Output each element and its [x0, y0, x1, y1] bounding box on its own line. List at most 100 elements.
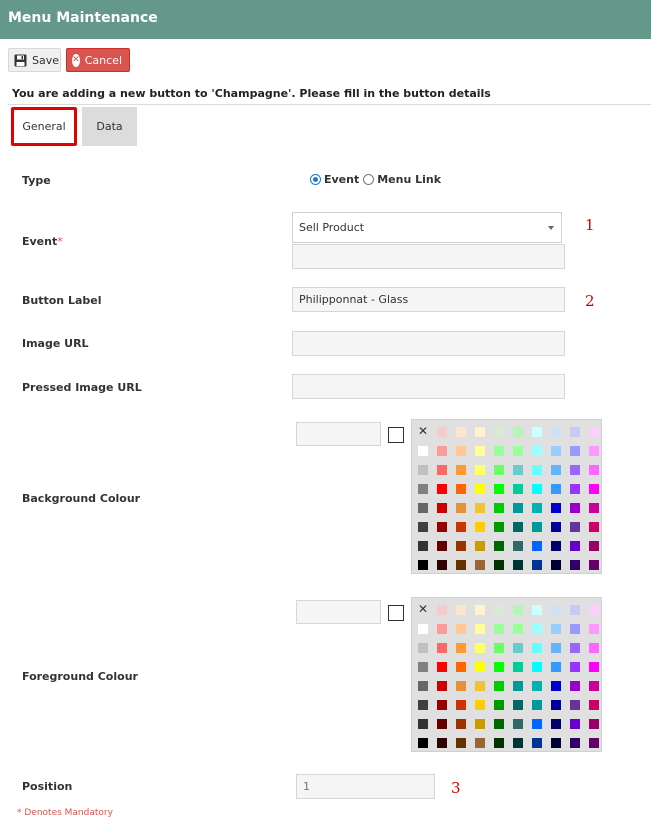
- colour-swatch[interactable]: [589, 700, 599, 710]
- colour-swatch[interactable]: [456, 643, 466, 653]
- colour-swatch[interactable]: [570, 446, 580, 456]
- colour-swatch[interactable]: [532, 605, 542, 615]
- colour-swatch[interactable]: [494, 624, 504, 634]
- colour-swatch[interactable]: [570, 465, 580, 475]
- colour-swatch[interactable]: [456, 681, 466, 691]
- colour-swatch[interactable]: [475, 427, 485, 437]
- colour-swatch[interactable]: [456, 541, 466, 551]
- colour-swatch[interactable]: [589, 624, 599, 634]
- colour-swatch[interactable]: [437, 643, 447, 653]
- colour-swatch[interactable]: [456, 560, 466, 570]
- foreground-colour-input[interactable]: [296, 600, 381, 624]
- colour-swatch[interactable]: [456, 465, 466, 475]
- colour-swatch[interactable]: [513, 662, 523, 672]
- colour-swatch[interactable]: [456, 446, 466, 456]
- colour-swatch[interactable]: [494, 643, 504, 653]
- colour-swatch[interactable]: [551, 700, 561, 710]
- colour-swatch[interactable]: [551, 719, 561, 729]
- colour-swatch[interactable]: [551, 541, 561, 551]
- event-secondary-field[interactable]: [292, 244, 565, 269]
- colour-swatch[interactable]: [437, 700, 447, 710]
- colour-swatch[interactable]: [532, 560, 542, 570]
- colour-swatch[interactable]: [513, 484, 523, 494]
- colour-swatch[interactable]: [437, 465, 447, 475]
- colour-swatch[interactable]: [551, 643, 561, 653]
- colour-swatch[interactable]: [532, 681, 542, 691]
- colour-swatch[interactable]: [551, 465, 561, 475]
- colour-swatch[interactable]: [437, 738, 447, 748]
- colour-swatch[interactable]: [589, 541, 599, 551]
- foreground-colour-checkbox[interactable]: [388, 605, 404, 621]
- colour-swatch[interactable]: [475, 700, 485, 710]
- colour-swatch[interactable]: [456, 427, 466, 437]
- colour-swatch[interactable]: [494, 484, 504, 494]
- colour-swatch[interactable]: [513, 427, 523, 437]
- colour-swatch[interactable]: [475, 522, 485, 532]
- no-colour-swatch[interactable]: ✕: [417, 425, 429, 438]
- colour-swatch[interactable]: [456, 503, 466, 513]
- colour-swatch[interactable]: [551, 681, 561, 691]
- colour-swatch[interactable]: [532, 522, 542, 532]
- pressed-image-url-input[interactable]: [292, 374, 565, 399]
- colour-swatch[interactable]: [551, 522, 561, 532]
- colour-swatch[interactable]: [570, 605, 580, 615]
- button-label-input[interactable]: Philipponnat - Glass: [292, 287, 565, 312]
- colour-swatch[interactable]: [456, 624, 466, 634]
- colour-swatch[interactable]: [437, 605, 447, 615]
- colour-swatch[interactable]: [437, 719, 447, 729]
- radio-menu-link[interactable]: [363, 174, 375, 185]
- colour-swatch[interactable]: [437, 503, 447, 513]
- colour-swatch[interactable]: [589, 503, 599, 513]
- colour-swatch[interactable]: [570, 681, 580, 691]
- colour-swatch[interactable]: [418, 522, 428, 532]
- colour-swatch[interactable]: [437, 541, 447, 551]
- colour-swatch[interactable]: [437, 427, 447, 437]
- colour-swatch[interactable]: [418, 465, 428, 475]
- colour-swatch[interactable]: [418, 700, 428, 710]
- colour-swatch[interactable]: [418, 484, 428, 494]
- background-colour-checkbox[interactable]: [388, 427, 404, 443]
- colour-swatch[interactable]: [532, 541, 542, 551]
- colour-swatch[interactable]: [589, 719, 599, 729]
- colour-swatch[interactable]: [494, 465, 504, 475]
- colour-swatch[interactable]: [494, 541, 504, 551]
- background-colour-input[interactable]: [296, 422, 381, 446]
- colour-swatch[interactable]: [551, 738, 561, 748]
- colour-swatch[interactable]: [532, 503, 542, 513]
- colour-swatch[interactable]: [437, 484, 447, 494]
- colour-swatch[interactable]: [475, 484, 485, 494]
- colour-swatch[interactable]: [456, 719, 466, 729]
- colour-swatch[interactable]: [551, 624, 561, 634]
- radio-event[interactable]: [310, 174, 321, 185]
- colour-swatch[interactable]: [570, 484, 580, 494]
- colour-swatch[interactable]: [418, 738, 428, 748]
- colour-swatch[interactable]: [418, 503, 428, 513]
- tab-data[interactable]: Data: [82, 107, 137, 146]
- colour-swatch[interactable]: [589, 427, 599, 437]
- colour-swatch[interactable]: [494, 605, 504, 615]
- colour-swatch[interactable]: [475, 503, 485, 513]
- tab-general[interactable]: General: [11, 107, 77, 146]
- colour-swatch[interactable]: [456, 605, 466, 615]
- colour-swatch[interactable]: [513, 700, 523, 710]
- cancel-button[interactable]: ✕ Cancel: [66, 48, 130, 72]
- colour-swatch[interactable]: [589, 681, 599, 691]
- colour-swatch[interactable]: [475, 738, 485, 748]
- colour-swatch[interactable]: [570, 624, 580, 634]
- colour-swatch[interactable]: [475, 541, 485, 551]
- colour-swatch[interactable]: [437, 662, 447, 672]
- colour-swatch[interactable]: [551, 427, 561, 437]
- colour-swatch[interactable]: [589, 605, 599, 615]
- colour-swatch[interactable]: [456, 484, 466, 494]
- colour-swatch[interactable]: [418, 560, 428, 570]
- colour-swatch[interactable]: [494, 503, 504, 513]
- colour-swatch[interactable]: [570, 738, 580, 748]
- colour-swatch[interactable]: [513, 541, 523, 551]
- colour-swatch[interactable]: [456, 700, 466, 710]
- colour-swatch[interactable]: [532, 446, 542, 456]
- colour-swatch[interactable]: [551, 484, 561, 494]
- colour-swatch[interactable]: [589, 560, 599, 570]
- colour-swatch[interactable]: [513, 624, 523, 634]
- colour-swatch[interactable]: [437, 560, 447, 570]
- colour-swatch[interactable]: [437, 522, 447, 532]
